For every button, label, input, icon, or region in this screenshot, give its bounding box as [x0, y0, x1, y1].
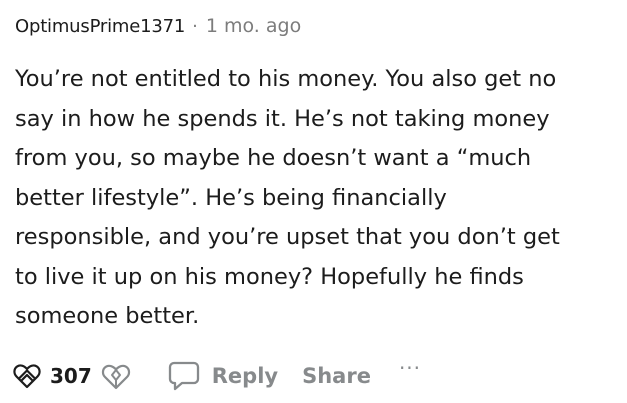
- speech-bubble-icon: [166, 358, 202, 394]
- comment-meta: OptimusPrime1371 · 1 mo. ago: [15, 13, 301, 39]
- author-name[interactable]: OptimusPrime1371: [15, 16, 185, 37]
- share-button[interactable]: Share: [302, 364, 371, 388]
- heart-downvote-icon[interactable]: [100, 360, 132, 392]
- more-options-icon[interactable]: ···: [399, 356, 421, 380]
- comment: OptimusPrime1371 · 1 mo. ago You’re not …: [0, 0, 627, 403]
- share-label: Share: [302, 364, 371, 388]
- comment-actions: 307 Reply Share ···: [12, 356, 421, 396]
- vote-count: 307: [50, 364, 92, 388]
- reply-button[interactable]: Reply: [166, 358, 278, 394]
- reply-label: Reply: [211, 364, 279, 388]
- meta-separator: ·: [192, 15, 198, 37]
- timestamp[interactable]: 1 mo. ago: [206, 15, 301, 37]
- heart-upvote-icon[interactable]: [12, 361, 42, 391]
- comment-body: You’re not entitled to his money. You al…: [15, 66, 560, 329]
